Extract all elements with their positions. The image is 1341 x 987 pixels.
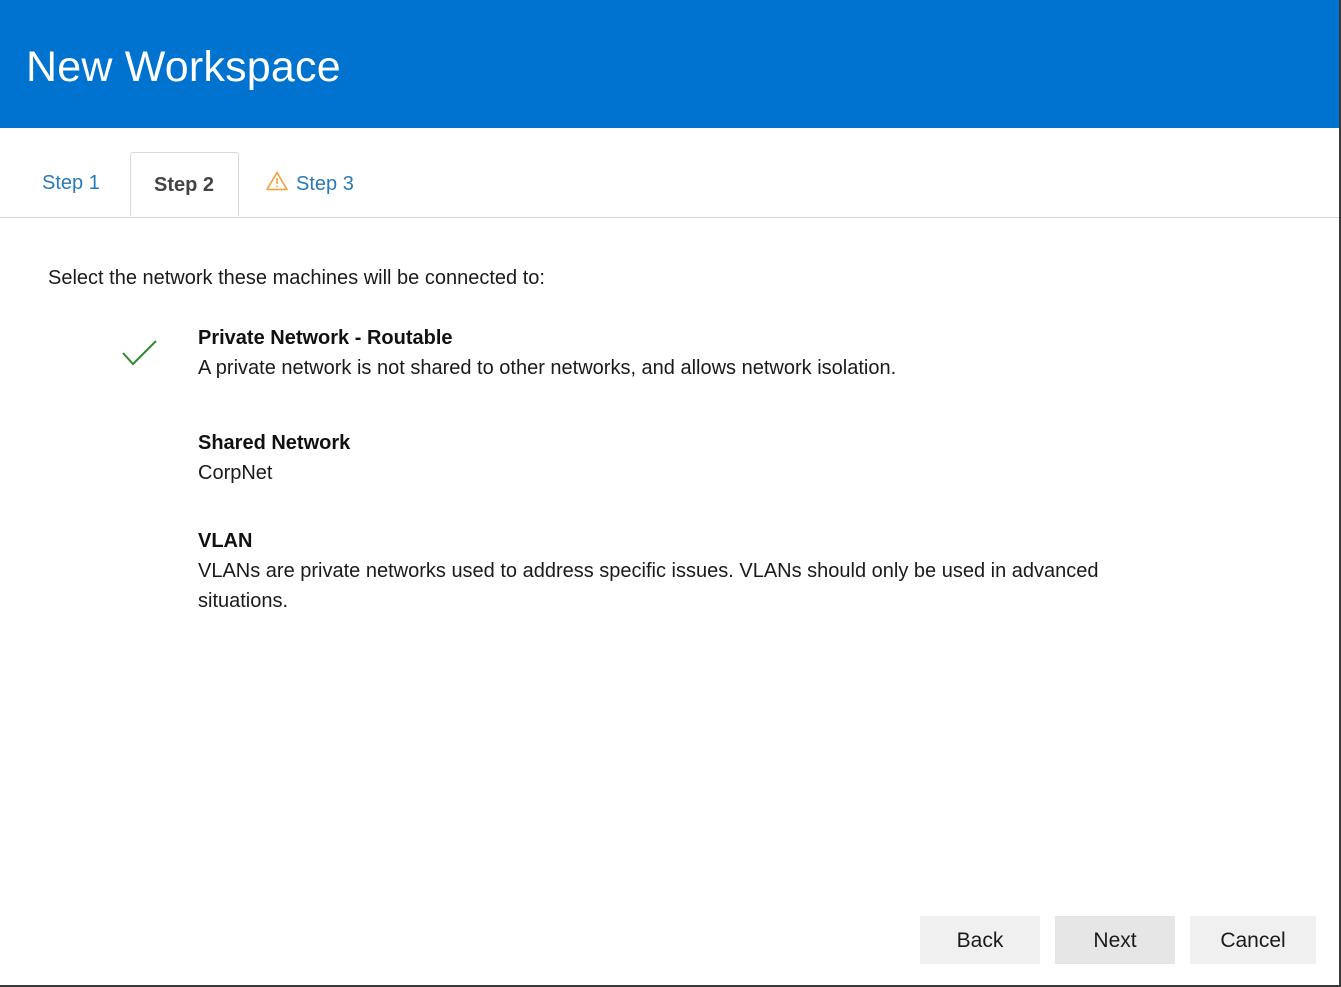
new-workspace-dialog: New Workspace Step 1 Step 2 Step 3 Selec…	[0, 0, 1341, 987]
option-description: CorpNet	[198, 462, 273, 484]
tab-step-2[interactable]: Step 2	[130, 152, 239, 216]
option-description: A private network is not shared to other…	[198, 357, 897, 379]
cancel-button[interactable]: Cancel	[1190, 916, 1316, 964]
tab-step-2-label: Step 2	[154, 174, 215, 196]
network-option-vlan[interactable]: VLAN VLANs are private networks used to …	[198, 529, 1158, 616]
network-option-private-routable[interactable]: Private Network - Routable A private net…	[198, 326, 1178, 383]
tab-step-3-label: Step 3	[296, 173, 354, 195]
warning-triangle-icon	[266, 171, 288, 191]
option-description: VLANs are private networks used to addre…	[198, 560, 1099, 612]
checkmark-icon	[122, 340, 157, 366]
option-title: Private Network - Routable	[198, 327, 453, 349]
network-prompt: Select the network these machines will b…	[48, 267, 545, 289]
dialog-header: New Workspace	[0, 0, 1339, 128]
network-option-shared[interactable]: Shared Network CorpNet	[198, 431, 1178, 488]
tab-step-1-label: Step 1	[42, 172, 100, 194]
dialog-title: New Workspace	[26, 43, 341, 91]
back-button[interactable]: Back	[920, 916, 1040, 964]
step-tabs: Step 1 Step 2 Step 3	[0, 128, 1339, 218]
next-button[interactable]: Next	[1055, 916, 1175, 964]
option-title: VLAN	[198, 530, 253, 552]
tab-step-1[interactable]: Step 1	[42, 171, 100, 195]
tab-step-3[interactable]: Step 3	[266, 171, 354, 196]
option-title: Shared Network	[198, 432, 351, 454]
